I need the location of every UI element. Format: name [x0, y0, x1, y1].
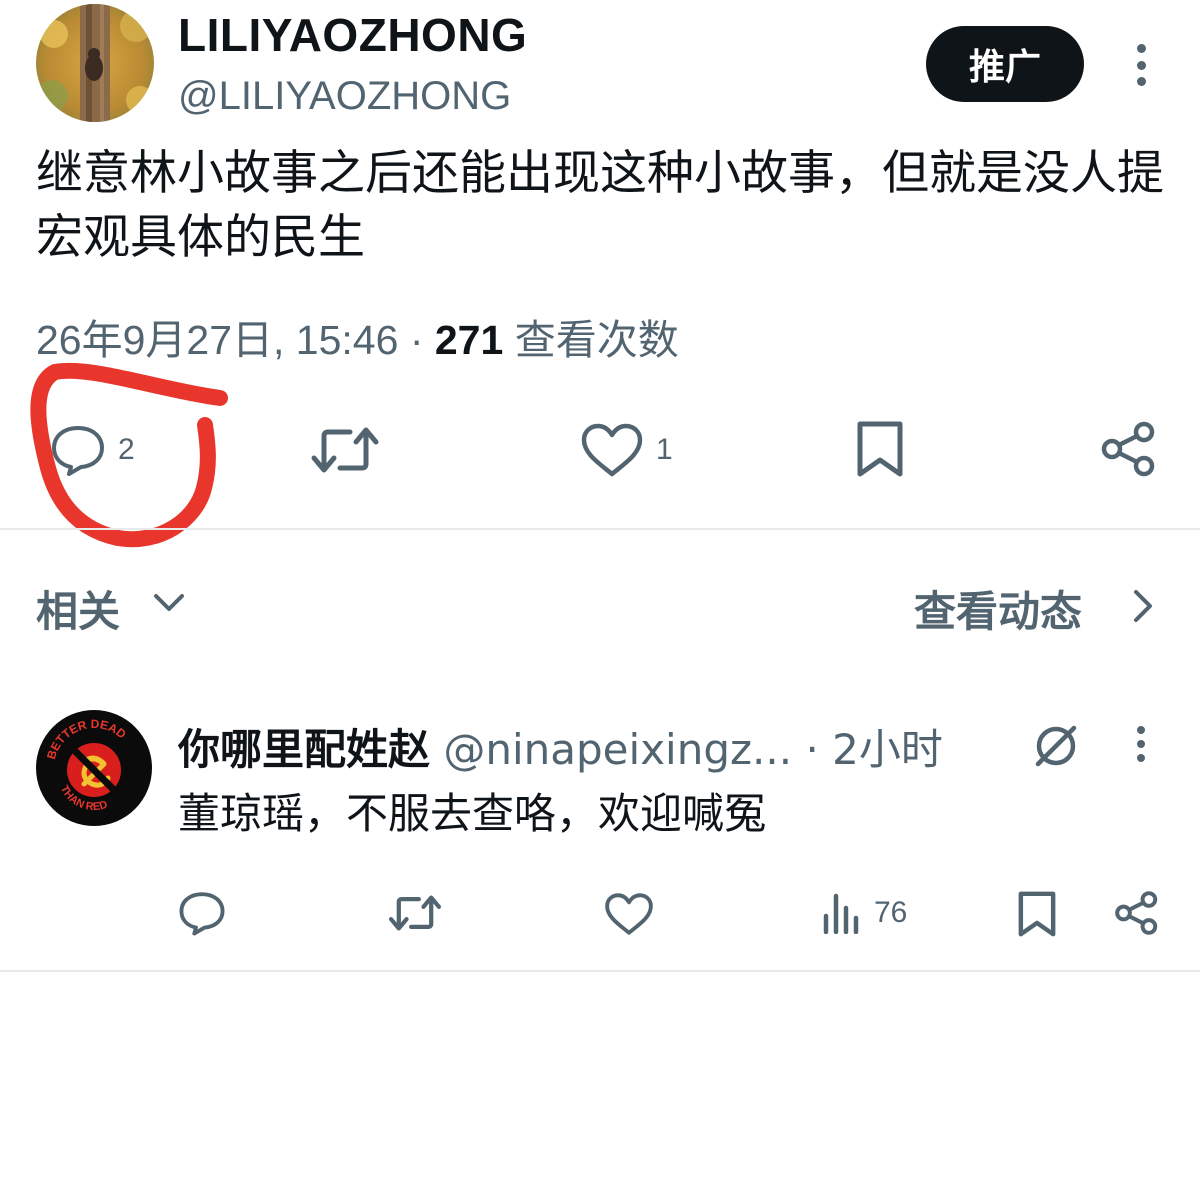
like-icon	[605, 893, 653, 935]
reply-display-name[interactable]: 你哪里配姓赵	[178, 725, 430, 774]
grok-icon[interactable]	[1030, 720, 1082, 772]
views-count: 271	[434, 317, 504, 363]
promote-button[interactable]: 推广	[926, 26, 1084, 102]
retweet-icon	[311, 427, 379, 473]
reply-more-vertical-icon[interactable]	[1131, 726, 1151, 762]
bookmark-icon	[1018, 891, 1056, 937]
reply-handle[interactable]: @ninapeixingz...	[443, 725, 792, 774]
related-dropdown-label[interactable]: 相关	[36, 578, 120, 639]
reply-author-avatar[interactable]: BETTER DEAD THAN RED	[36, 710, 152, 826]
tweet-text: 继意林小故事之后还能出现这种小故事，但就是没人提宏观具体的民生	[36, 146, 1164, 265]
share-button[interactable]	[1100, 420, 1158, 478]
more-vertical-icon[interactable]	[1130, 44, 1152, 86]
like-count: 1	[656, 433, 673, 466]
tweet-timestamp[interactable]: 26年9月27日, 15:46	[36, 317, 398, 363]
reply-share-button[interactable]	[1114, 890, 1160, 936]
chevron-right-icon[interactable]	[1128, 588, 1156, 624]
divider	[0, 528, 1200, 530]
reply-time[interactable]: · 2小时	[805, 725, 942, 774]
view-activity-link[interactable]: 查看动态	[914, 578, 1082, 639]
reply-retweet-button[interactable]	[388, 892, 442, 934]
reply-views-button[interactable]: 76	[822, 892, 907, 934]
meta-separator: ·	[409, 317, 424, 363]
reply-count: 2	[118, 433, 135, 466]
reply-button[interactable]: 2	[50, 424, 135, 476]
reply-text: 董琼瑶，不服去查咯，欢迎喊冤	[178, 789, 767, 838]
retweet-icon	[388, 895, 442, 931]
reply-views-count: 76	[874, 896, 908, 929]
tweet-meta: 26年9月27日, 15:46 · 271 查看次数	[36, 306, 679, 366]
reply-icon	[179, 892, 225, 936]
retweet-button[interactable]	[310, 424, 380, 476]
reply-like-button[interactable]	[604, 892, 654, 936]
tweet-detail-page: LILIYAOZHONG @LILIYAOZHONG 推广 继意林小故事之后还能…	[0, 0, 1200, 1200]
like-icon	[581, 423, 643, 477]
reply-header: 你哪里配姓赵 @ninapeixingz... · 2小时	[178, 716, 978, 777]
author-avatar[interactable]	[36, 4, 154, 122]
views-label: 查看次数	[514, 317, 679, 363]
divider	[0, 970, 1200, 972]
author-handle[interactable]: @LILIYAOZHONG	[178, 74, 511, 119]
views-icon	[823, 893, 859, 934]
author-display-name[interactable]: LILIYAOZHONG	[178, 8, 527, 62]
chevron-down-icon[interactable]	[152, 590, 186, 614]
reply-bookmark-button[interactable]	[1016, 890, 1058, 938]
like-button[interactable]: 1	[580, 422, 673, 478]
share-icon	[1101, 421, 1155, 477]
reply-icon	[52, 426, 104, 476]
reply-reply-button[interactable]	[178, 890, 226, 936]
bookmark-button[interactable]	[854, 420, 906, 478]
share-icon	[1115, 891, 1158, 935]
bookmark-icon	[857, 421, 903, 477]
